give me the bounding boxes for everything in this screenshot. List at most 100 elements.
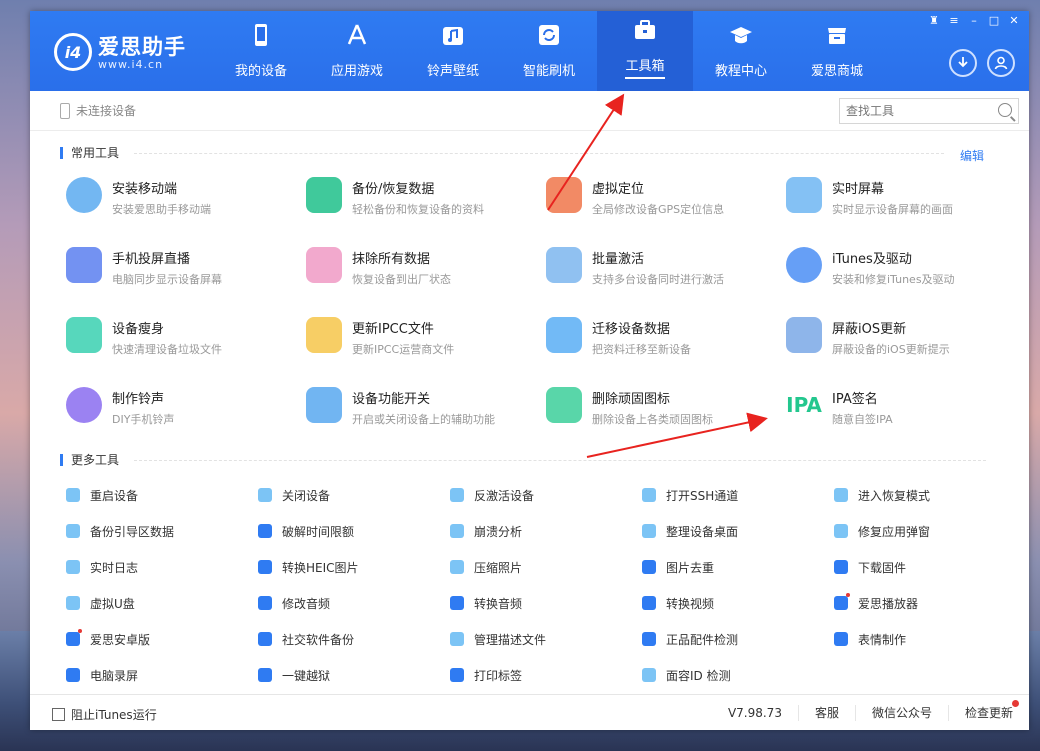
more-tool-item[interactable]: 爱思播放器 xyxy=(834,585,1026,621)
more-tool-label: 爱思播放器 xyxy=(858,596,919,611)
log-icon xyxy=(66,560,80,574)
more-tool-item[interactable]: 关闭设备 xyxy=(258,477,450,513)
tool-card[interactable]: 屏蔽iOS更新 屏蔽设备的iOS更新提示 xyxy=(786,313,1026,383)
more-tool-item[interactable]: 爱思安卓版 xyxy=(66,621,258,657)
nav-tab-ringtones[interactable]: 铃声壁纸 xyxy=(405,11,501,91)
tool-title: 抹除所有数据 xyxy=(352,252,431,267)
search-icon[interactable] xyxy=(998,103,1012,117)
more-tool-item[interactable]: 电脑录屏 xyxy=(66,657,258,693)
nav-tab-label: 工具箱 xyxy=(625,55,665,79)
tool-card[interactable]: 虚拟定位 全局修改设备GPS定位信息 xyxy=(546,173,786,243)
accessory-icon xyxy=(642,632,656,646)
more-tool-item[interactable]: 进入恢复模式 xyxy=(834,477,1026,513)
minimize-icon[interactable]: – xyxy=(965,13,983,29)
more-tool-item[interactable]: 图片去重 xyxy=(642,549,834,585)
power-icon xyxy=(258,488,272,502)
more-tool-item[interactable]: 实时日志 xyxy=(66,549,258,585)
more-tool-label: 表情制作 xyxy=(858,632,907,647)
maximize-icon[interactable]: □ xyxy=(985,13,1003,29)
tool-card[interactable]: 手机投屏直播 电脑同步显示设备屏幕 xyxy=(66,243,306,313)
tool-card[interactable]: 抹除所有数据 恢复设备到出厂状态 xyxy=(306,243,546,313)
more-tool-label: 管理描述文件 xyxy=(474,632,547,647)
tool-card[interactable]: iTunes及驱动 安装和修复iTunes及驱动 xyxy=(786,243,1026,313)
tool-card[interactable]: 更新IPCC文件 更新IPCC运营商文件 xyxy=(306,313,546,383)
more-tool-item[interactable]: 备份引导区数据 xyxy=(66,513,258,549)
user-icon[interactable] xyxy=(987,49,1015,77)
tool-card[interactable]: 迁移设备数据 把资料迁移至新设备 xyxy=(546,313,786,383)
wechat-link[interactable]: 微信公众号 xyxy=(854,705,948,721)
footer-items: V7.98.73 客服 微信公众号 检查更新 xyxy=(712,695,1029,730)
more-tool-item[interactable]: 修改音频 xyxy=(258,585,450,621)
more-tool-item[interactable]: 一键越狱 xyxy=(258,657,450,693)
nav-tab-toolbox[interactable]: 工具箱 xyxy=(597,11,693,91)
more-tool-item[interactable]: 正品配件检测 xyxy=(642,621,834,657)
more-tool-item[interactable]: 崩溃分析 xyxy=(450,513,642,549)
more-tool-item[interactable]: 修复应用弹窗 xyxy=(834,513,1026,549)
firmware-icon xyxy=(834,560,848,574)
more-tool-item[interactable]: 打开SSH通道 xyxy=(642,477,834,513)
tool-text: iTunes及驱动 安装和修复iTunes及驱动 xyxy=(832,247,955,287)
more-tool-item[interactable]: 反激活设备 xyxy=(450,477,642,513)
tool-title: iTunes及驱动 xyxy=(832,252,912,267)
phone-icon xyxy=(60,102,70,119)
footer-bar: 阻止iTunes运行 V7.98.73 客服 微信公众号 检查更新 xyxy=(30,694,1029,730)
tool-card[interactable]: IPA IPA签名 随意自签IPA xyxy=(786,383,1026,453)
tool-card[interactable]: 删除顽固图标 删除设备上各类顽固图标 xyxy=(546,383,786,453)
tool-title: 实时屏幕 xyxy=(832,182,885,197)
tool-card[interactable]: 批量激活 支持多台设备同时进行激活 xyxy=(546,243,786,313)
unlock-icon xyxy=(258,668,272,682)
more-tool-item[interactable]: 转换HEIC图片 xyxy=(258,549,450,585)
more-tool-label: 虚拟U盘 xyxy=(90,596,135,611)
customer-service-link[interactable]: 客服 xyxy=(797,705,855,721)
tool-card[interactable]: 制作铃声 DIY手机铃声 xyxy=(66,383,306,453)
close-icon[interactable]: ✕ xyxy=(1005,13,1023,29)
block-itunes-toggle[interactable]: 阻止iTunes运行 xyxy=(52,706,157,723)
block-update-icon xyxy=(786,317,822,353)
more-tool-item[interactable]: 转换音频 xyxy=(450,585,642,621)
tool-description: 实时显示设备屏幕的画面 xyxy=(832,203,953,216)
nav-tab-flash[interactable]: 智能刷机 xyxy=(501,11,597,91)
skin-icon[interactable]: ♜ xyxy=(925,13,943,29)
more-tool-item[interactable]: 打印标签 xyxy=(450,657,642,693)
check-update-link[interactable]: 检查更新 xyxy=(947,705,1029,721)
more-tool-label: 重启设备 xyxy=(90,488,139,503)
tool-search[interactable] xyxy=(839,98,1019,124)
nav-tab-label: 爱思商城 xyxy=(810,64,863,79)
edit-button[interactable]: 编辑 xyxy=(960,147,984,164)
menu-icon[interactable]: ≡ xyxy=(945,13,963,29)
more-tool-item[interactable]: 转换视频 xyxy=(642,585,834,621)
more-tool-item[interactable]: 整理设备桌面 xyxy=(642,513,834,549)
nav-tab-my-device[interactable]: 我的设备 xyxy=(213,11,309,91)
nav-tab-apps-games[interactable]: 应用游戏 xyxy=(309,11,405,91)
tool-card[interactable]: 设备瘦身 快速清理设备垃圾文件 xyxy=(66,313,306,383)
more-tool-item[interactable]: 管理描述文件 xyxy=(450,621,642,657)
tool-card[interactable]: 安装移动端 安装爱思助手移动端 xyxy=(66,173,306,243)
tool-card[interactable]: 设备功能开关 开启或关闭设备上的辅助功能 xyxy=(306,383,546,453)
more-tool-item[interactable]: 社交软件备份 xyxy=(258,621,450,657)
layers-icon xyxy=(306,177,342,213)
checkbox[interactable] xyxy=(52,708,65,721)
convert-audio-icon xyxy=(450,596,464,610)
search-input[interactable] xyxy=(846,104,986,118)
nav-tab-mall[interactable]: 爱思商城 xyxy=(789,11,885,91)
more-tool-item[interactable]: 压缩照片 xyxy=(450,549,642,585)
more-tool-item[interactable]: 虚拟U盘 xyxy=(66,585,258,621)
download-icon[interactable] xyxy=(949,49,977,77)
more-tool-item[interactable]: 破解时间限额 xyxy=(258,513,450,549)
divider xyxy=(134,460,986,461)
more-tool-label: 备份引导区数据 xyxy=(90,524,175,539)
more-tools-grid: 重启设备 关闭设备 反激活设备 打开SSH通道 进入恢复模式 备份引导区数据 破解时间限额 崩… xyxy=(66,477,1016,693)
tool-title: 手机投屏直播 xyxy=(112,252,191,267)
more-tool-item[interactable]: 面容ID 检测 xyxy=(642,657,834,693)
more-tool-item[interactable]: 重启设备 xyxy=(66,477,258,513)
more-tool-item[interactable]: 表情制作 xyxy=(834,621,1026,657)
tool-description: 快速清理设备垃圾文件 xyxy=(112,343,222,356)
recovery-icon xyxy=(834,488,848,502)
tool-card[interactable]: 备份/恢复数据 轻松备份和恢复设备的资料 xyxy=(306,173,546,243)
more-tool-label: 破解时间限额 xyxy=(282,524,355,539)
more-tool-label: 转换HEIC图片 xyxy=(282,560,359,575)
tool-card[interactable]: 实时屏幕实时显示设备屏幕的画面 xyxy=(786,173,1026,243)
tool-title: 批量激活 xyxy=(592,252,645,267)
nav-tab-tutorials[interactable]: 教程中心 xyxy=(693,11,789,91)
more-tool-item[interactable]: 下载固件 xyxy=(834,549,1026,585)
